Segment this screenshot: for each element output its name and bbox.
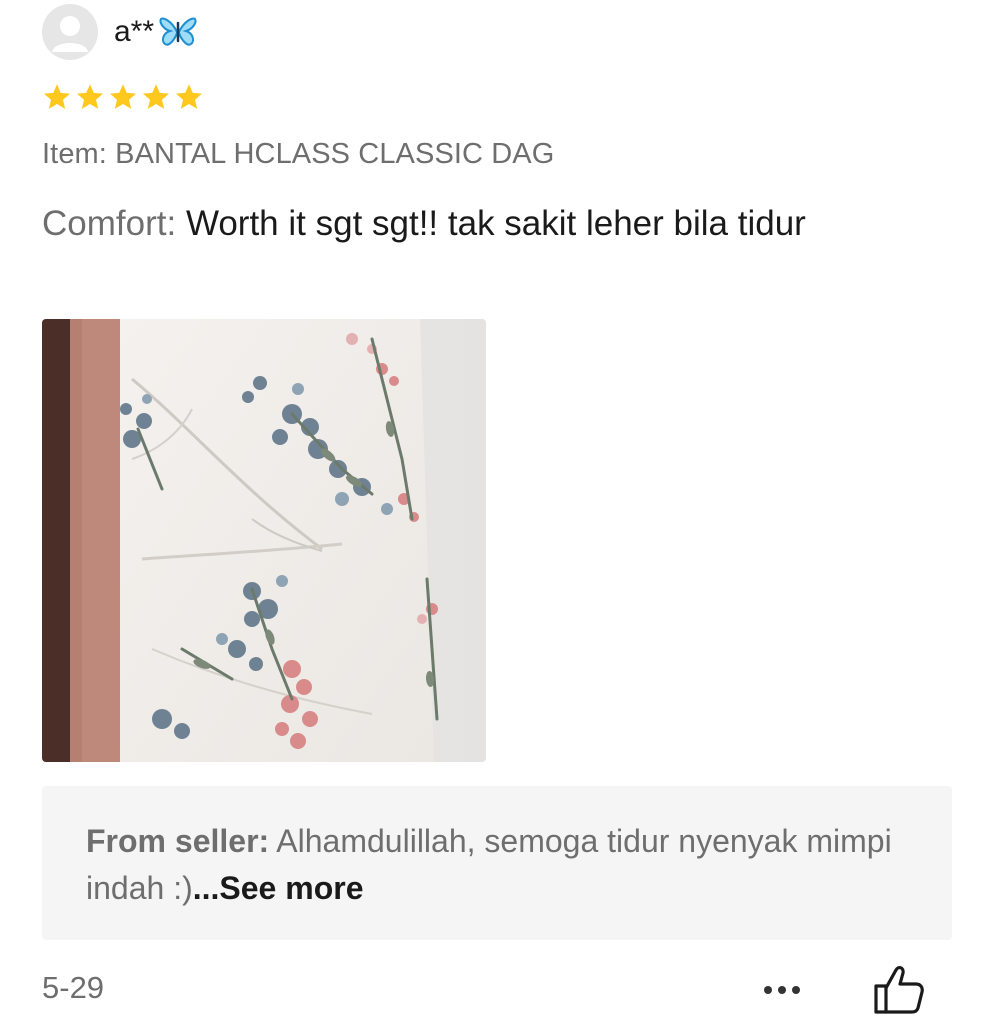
comfort-label: Comfort:	[42, 204, 177, 243]
see-more-link[interactable]: ...See more	[193, 870, 364, 906]
star-icon	[176, 84, 202, 109]
comfort-text: Worth it sgt sgt!! tak sakit leher bila …	[185, 204, 806, 243]
review-header: a**	[42, 4, 198, 60]
seller-reply: From seller: Alhamdulillah, semoga tidur…	[42, 786, 952, 940]
avatar[interactable]	[42, 4, 98, 60]
item-label: Item:	[42, 138, 107, 170]
star-icon	[143, 84, 169, 109]
like-button[interactable]	[870, 962, 926, 1016]
item-variant: Item: BANTAL HCLASS CLASSIC DAG	[42, 138, 554, 171]
rating-stars	[42, 82, 204, 112]
more-dots-icon	[764, 986, 800, 994]
review-photo[interactable]	[42, 319, 486, 762]
username-row: a**	[114, 15, 198, 49]
avatar-placeholder-icon	[52, 16, 88, 52]
item-value: BANTAL HCLASS CLASSIC DAG	[115, 138, 555, 170]
floral-pillow-image	[42, 319, 486, 762]
star-icon	[110, 84, 136, 109]
butterfly-icon	[158, 15, 198, 49]
review-card: a** Item: BANTAL HCLASS CLASSIC DAG Comf…	[0, 0, 994, 1024]
review-date: 5-29	[42, 970, 105, 1005]
seller-label: From seller:	[86, 823, 270, 859]
star-icon	[77, 84, 103, 109]
thumbs-up-icon	[874, 966, 924, 1014]
star-icon	[44, 84, 70, 109]
seller-reply-text: From seller: Alhamdulillah, semoga tidur…	[86, 818, 906, 912]
more-options-button[interactable]	[756, 972, 808, 1008]
review-text: Comfort: Worth it sgt sgt!! tak sakit le…	[42, 200, 922, 248]
username: a**	[114, 15, 155, 48]
